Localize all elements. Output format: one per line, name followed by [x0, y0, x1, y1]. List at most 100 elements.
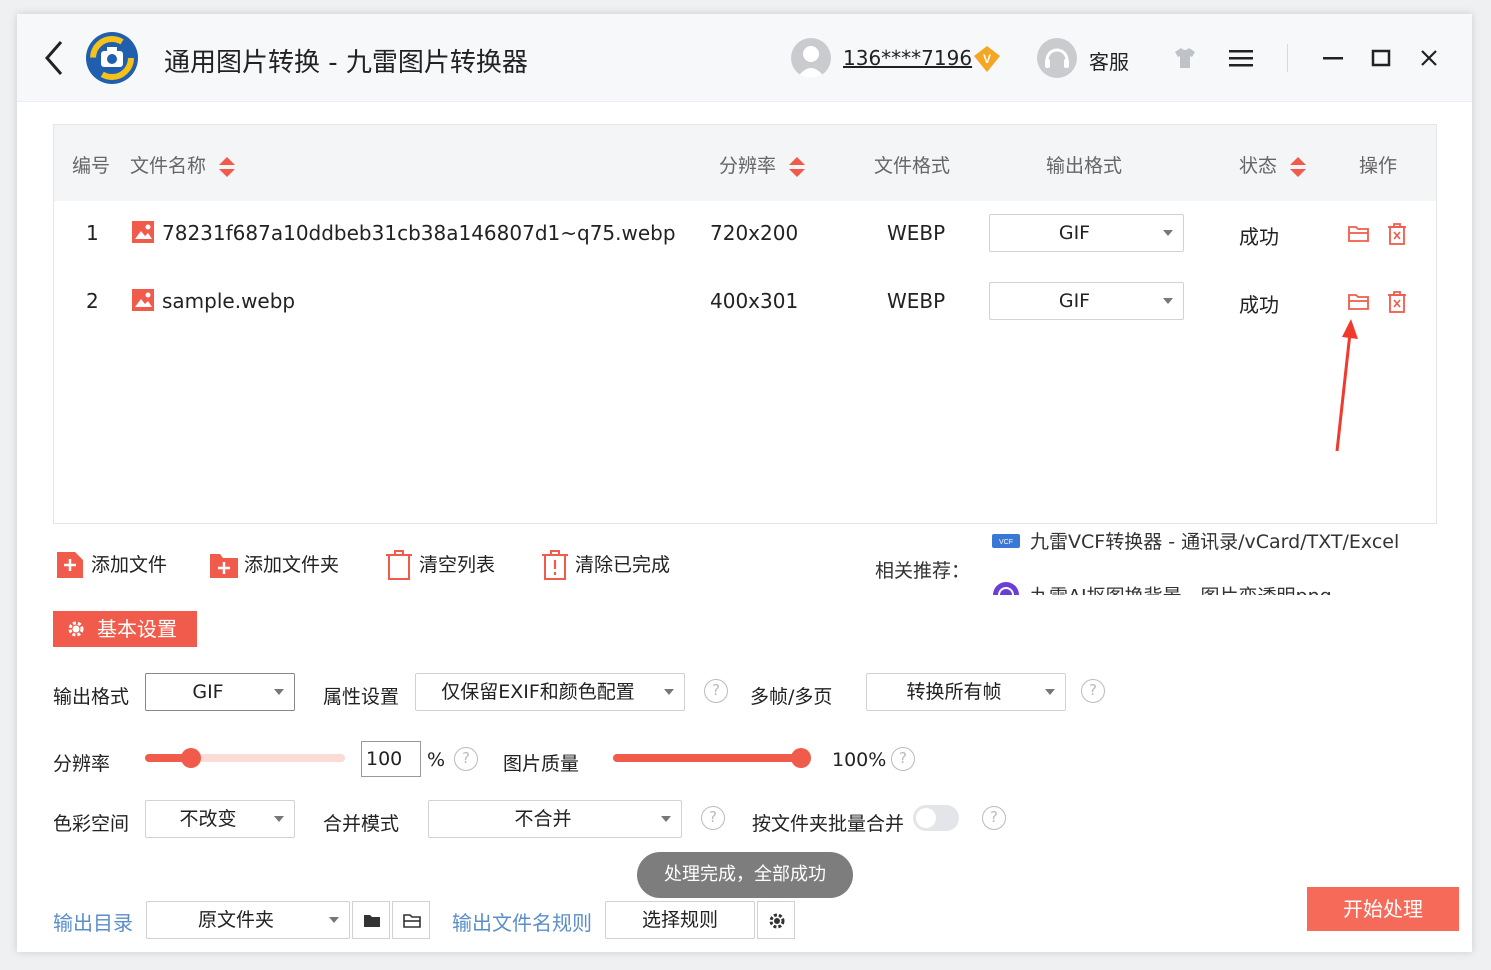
header-status[interactable]: 状态	[1239, 151, 1307, 179]
user-avatar-icon[interactable]	[791, 38, 831, 78]
batch-merge-label: 按文件夹批量合并	[752, 813, 905, 835]
help-icon[interactable]: ?	[891, 747, 915, 771]
row-file-format: WEBP	[887, 221, 946, 245]
name-rule-select[interactable]: 选择规则	[605, 901, 755, 939]
resolution-input[interactable]: 100	[361, 741, 421, 777]
resolution-unit: %	[427, 749, 446, 771]
row-filename: sample.webp	[132, 289, 295, 313]
quality-slider-handle[interactable]	[791, 748, 811, 768]
quality-value: 100%	[832, 749, 887, 771]
app-window: 通用图片转换 - 九雷图片转换器 136****7196 V 客服 编号 文件名…	[17, 14, 1472, 952]
output-dir-value: 原文件夹	[197, 909, 274, 931]
image-file-icon	[132, 289, 154, 311]
add-file-button[interactable]: 添加文件	[57, 550, 167, 582]
open-output-folder-button[interactable]	[392, 901, 430, 939]
customer-service-icon[interactable]	[1037, 38, 1077, 78]
quality-label: 图片质量	[503, 753, 580, 775]
row-index: 1	[86, 221, 99, 245]
header-filename[interactable]: 文件名称	[130, 151, 236, 179]
resolution-slider-handle[interactable]	[181, 748, 201, 768]
output-format-value: GIF	[192, 681, 224, 703]
clear-list-button[interactable]: 清空列表	[385, 550, 495, 582]
output-dir-select[interactable]: 原文件夹	[146, 901, 350, 939]
gear-icon	[769, 913, 785, 929]
add-file-label: 添加文件	[91, 554, 168, 576]
customer-service-label[interactable]: 客服	[1089, 46, 1129, 75]
sort-icon[interactable]	[218, 155, 236, 179]
vip-badge-icon[interactable]: V	[972, 44, 1002, 74]
app-title: 通用图片转换 - 九雷图片转换器	[164, 48, 528, 78]
help-icon[interactable]: ?	[701, 806, 725, 830]
merge-mode-label: 合并模式	[323, 813, 400, 835]
recommend-item[interactable]: 九雷AI抠图换背景 - 图片变透明png	[992, 581, 1332, 595]
quality-slider[interactable]	[613, 748, 811, 768]
status-toast: 处理完成，全部成功	[637, 852, 853, 898]
close-icon[interactable]	[1415, 44, 1443, 72]
resolution-slider[interactable]	[145, 748, 345, 768]
dropdown-caret-icon	[274, 689, 284, 695]
clear-done-button[interactable]: 清除已完成	[541, 550, 670, 582]
title-divider	[1287, 44, 1288, 72]
recommend-item-text: 九雷VCF转换器 - 通讯录/vCard/TXT/Excel	[1030, 531, 1400, 553]
skin-icon[interactable]	[1171, 44, 1199, 72]
table-header: 编号 文件名称 分辨率 文件格式 输出格式 状态 操作	[54, 125, 1436, 201]
browse-folder-button[interactable]	[352, 901, 390, 939]
recommend-item[interactable]: VCF 九雷VCF转换器 - 通讯录/vCard/TXT/Excel	[992, 527, 1399, 554]
file-table: 编号 文件名称 分辨率 文件格式 输出格式 状态 操作 1 78231f687a…	[53, 124, 1437, 524]
sort-icon[interactable]	[1289, 155, 1307, 179]
maximize-icon[interactable]	[1367, 44, 1395, 72]
resolution-label: 分辨率	[53, 753, 111, 775]
row-filename-text: 78231f687a10ddbeb31cb38a146807d1~q75.web…	[162, 221, 676, 245]
dropdown-caret-icon	[1163, 298, 1173, 304]
merge-mode-value: 不合并	[514, 808, 572, 830]
row-output-format-select[interactable]: GIF	[989, 282, 1184, 320]
delete-icon[interactable]	[1385, 290, 1409, 314]
help-icon[interactable]: ?	[982, 806, 1006, 830]
help-icon[interactable]: ?	[704, 679, 728, 703]
delete-icon[interactable]	[1385, 222, 1409, 246]
basic-settings-label: 基本设置	[97, 617, 177, 641]
start-processing-button[interactable]: 开始处理	[1307, 887, 1459, 931]
attr-settings-label: 属性设置	[323, 686, 400, 708]
toggle-knob	[916, 808, 936, 828]
multiframe-select[interactable]: 转换所有帧	[866, 673, 1066, 711]
trash-done-icon	[542, 550, 568, 580]
basic-settings-button[interactable]: 基本设置	[53, 611, 197, 647]
row-output-format-select[interactable]: GIF	[989, 214, 1184, 252]
chevron-left-icon	[45, 41, 63, 75]
app-logo-icon	[85, 31, 139, 85]
multiframe-value: 转换所有帧	[906, 681, 1002, 703]
sort-icon[interactable]	[788, 155, 806, 179]
merge-mode-select[interactable]: 不合并	[428, 800, 682, 838]
attr-settings-select[interactable]: 仅保留EXIF和颜色配置	[415, 673, 685, 711]
row-output-format-value: GIF	[1058, 290, 1091, 312]
row-index: 2	[86, 289, 99, 313]
folder-icon	[364, 915, 380, 927]
recommend-item-text: 九雷AI抠图换背景 - 图片变透明png	[1030, 586, 1332, 596]
header-resolution[interactable]: 分辨率	[719, 151, 806, 179]
output-name-rule-label[interactable]: 输出文件名规则	[452, 907, 592, 936]
add-folder-label: 添加文件夹	[244, 554, 340, 576]
clear-done-label: 清除已完成	[575, 554, 671, 576]
menu-icon[interactable]	[1227, 44, 1255, 72]
user-phone-link[interactable]: 136****7196	[843, 46, 972, 70]
title-bar: 通用图片转换 - 九雷图片转换器 136****7196 V 客服	[17, 14, 1472, 102]
open-folder-icon[interactable]	[1347, 290, 1371, 314]
output-dir-label[interactable]: 输出目录	[53, 907, 133, 936]
colorspace-select[interactable]: 不改变	[145, 800, 295, 838]
attr-settings-value: 仅保留EXIF和颜色配置	[441, 681, 635, 703]
back-button[interactable]	[39, 38, 69, 78]
help-icon[interactable]: ?	[1081, 679, 1105, 703]
batch-merge-toggle[interactable]	[913, 805, 959, 831]
row-output-format-value: GIF	[1058, 222, 1091, 244]
dropdown-caret-icon	[661, 816, 671, 822]
add-folder-button[interactable]: 添加文件夹	[210, 550, 339, 582]
minimize-icon[interactable]	[1319, 44, 1347, 72]
name-rule-settings-button[interactable]	[757, 901, 795, 939]
output-format-select[interactable]: GIF	[145, 673, 295, 711]
row-file-format: WEBP	[887, 289, 946, 313]
table-row: 1 78231f687a10ddbeb31cb38a146807d1~q75.w…	[54, 201, 1436, 269]
help-icon[interactable]: ?	[454, 747, 478, 771]
open-folder-icon[interactable]	[1347, 222, 1371, 246]
svg-text:VCF: VCF	[999, 539, 1013, 546]
